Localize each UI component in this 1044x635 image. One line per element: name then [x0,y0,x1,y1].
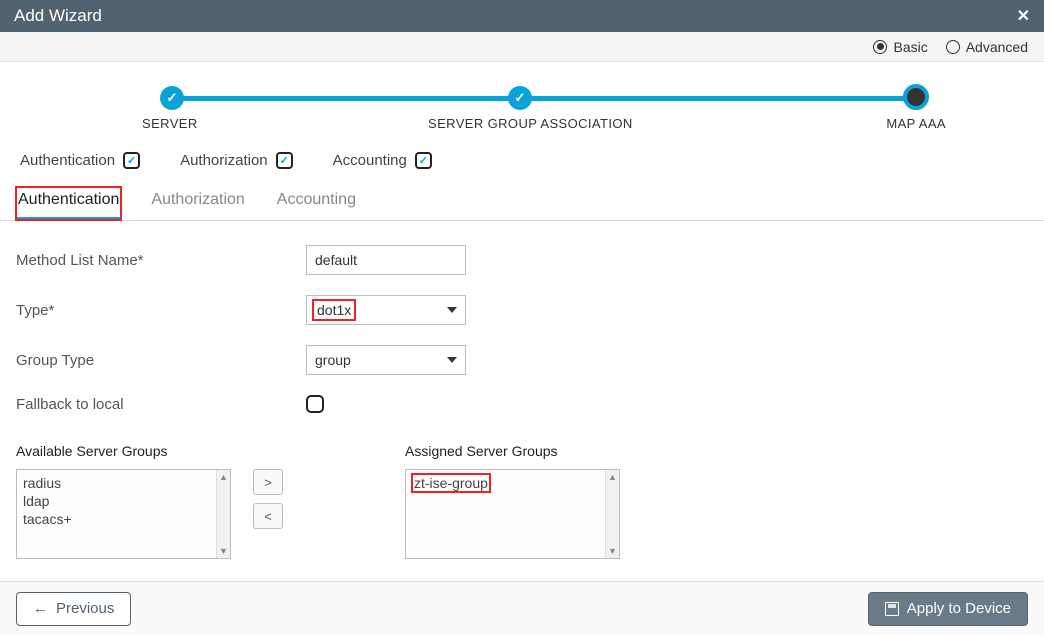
mode-basic-label: Basic [893,39,927,55]
check-authentication-label: Authentication [20,152,115,169]
footer-bar: Previous Apply to Device [0,581,1044,635]
mode-advanced-radio[interactable]: Advanced [946,39,1028,55]
remove-from-assigned-button[interactable]: < [253,503,283,529]
shuttle-buttons: > < [253,443,383,529]
spacer: > < [253,443,383,529]
list-item[interactable]: tacacs+ [23,510,224,528]
group-type-value: group [315,352,351,368]
apply-to-device-button[interactable]: Apply to Device [868,592,1028,626]
check-icon [167,90,178,106]
type-label: Type* [16,302,306,319]
previous-label: Previous [56,600,114,617]
check-authentication[interactable]: Authentication [20,152,140,169]
available-groups-col: Available Server Groups radius ldap taca… [16,443,231,559]
step-server-dot[interactable] [160,86,184,110]
check-icon [515,90,526,106]
radio-icon [946,40,960,54]
mode-basic-radio[interactable]: Basic [873,39,927,55]
form-area: Method List Name* Type* dot1x Group Type… [0,221,1044,443]
type-select[interactable]: dot1x [306,295,466,325]
stepper-line [170,96,524,101]
group-type-select[interactable]: group [306,345,466,375]
modal-header: Add Wizard ✕ [0,0,1044,32]
fallback-checkbox[interactable] [306,395,324,413]
step-group-label: SERVER GROUP ASSOCIATION [428,116,633,131]
group-type-label: Group Type [16,352,306,369]
list-item[interactable]: zt-ise-group [412,474,490,492]
wizard-stepper: SERVER SERVER GROUP ASSOCIATION MAP AAA [60,84,984,144]
row-fallback: Fallback to local [16,395,1028,413]
checkbox-icon [415,152,432,169]
row-group-type: Group Type group [16,345,1028,375]
row-method-list-name: Method List Name* [16,245,1028,275]
mode-bar: Basic Advanced [0,32,1044,62]
stepper-line [520,96,919,101]
chevron-down-icon [447,307,457,313]
check-authorization[interactable]: Authorization [180,152,293,169]
list-item[interactable]: radius [23,474,224,492]
save-icon [885,602,899,616]
scrollbar[interactable] [605,470,619,558]
checkbox-icon [123,152,140,169]
step-map-dot[interactable] [903,84,929,110]
tab-authentication[interactable]: Authentication [16,187,121,220]
step-group-dot[interactable] [508,86,532,110]
tab-authorization[interactable]: Authorization [149,187,246,220]
aaa-checks-row: Authentication Authorization Accounting [0,144,1044,169]
row-type: Type* dot1x [16,295,1028,325]
step-server-label: SERVER [142,116,198,131]
assigned-groups-list[interactable]: zt-ise-group [405,469,620,559]
fallback-label: Fallback to local [16,396,306,413]
available-groups-list[interactable]: radius ldap tacacs+ [16,469,231,559]
server-groups-shuttle: Available Server Groups radius ldap taca… [0,443,1044,559]
available-groups-header: Available Server Groups [16,443,231,459]
tab-bar: Authentication Authorization Accounting [0,169,1044,221]
assigned-groups-header: Assigned Server Groups [405,443,620,459]
method-list-name-input[interactable] [306,245,466,275]
type-value: dot1x [315,302,353,318]
check-authorization-label: Authorization [180,152,268,169]
method-list-name-label: Method List Name* [16,252,306,269]
arrow-left-icon [33,600,48,617]
chevron-down-icon [447,357,457,363]
check-accounting-label: Accounting [333,152,407,169]
mode-advanced-label: Advanced [966,39,1028,55]
checkbox-icon [276,152,293,169]
check-accounting[interactable]: Accounting [333,152,432,169]
tab-accounting[interactable]: Accounting [275,187,358,220]
add-to-assigned-button[interactable]: > [253,469,283,495]
step-map-label: MAP AAA [886,116,946,131]
previous-button[interactable]: Previous [16,592,131,626]
apply-label: Apply to Device [907,600,1011,617]
list-item[interactable]: ldap [23,492,224,510]
assigned-groups-col: Assigned Server Groups zt-ise-group [405,443,620,559]
modal-title: Add Wizard [14,6,102,26]
scrollbar[interactable] [216,470,230,558]
close-icon[interactable]: ✕ [1017,6,1030,26]
radio-icon [873,40,887,54]
